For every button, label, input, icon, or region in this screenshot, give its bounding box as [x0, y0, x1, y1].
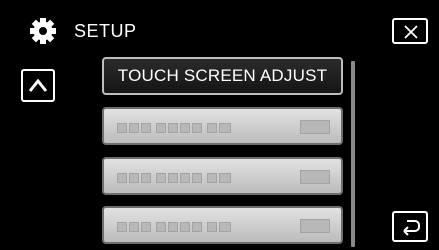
return-icon [403, 220, 420, 236]
page-title: SETUP [74, 21, 137, 41]
placeholder-value [300, 170, 330, 184]
close-icon [404, 25, 418, 39]
placeholder-value [300, 120, 330, 134]
menu-item-2[interactable] [102, 107, 343, 145]
menu-item-touch-screen-adjust[interactable]: TOUCH SCREEN ADJUST [102, 57, 343, 95]
chevron-up-icon [28, 78, 48, 92]
scroll-up-button[interactable] [21, 69, 55, 102]
back-button[interactable] [392, 211, 428, 242]
menu-item-3[interactable] [102, 157, 343, 195]
scrollbar[interactable] [351, 61, 355, 247]
menu-item-4[interactable] [102, 206, 343, 244]
header-bar: SETUP [0, 0, 439, 44]
placeholder-value [300, 219, 330, 233]
menu-item-label: TOUCH SCREEN ADJUST [117, 66, 328, 85]
gear-icon [29, 17, 57, 45]
close-button[interactable] [392, 18, 428, 44]
